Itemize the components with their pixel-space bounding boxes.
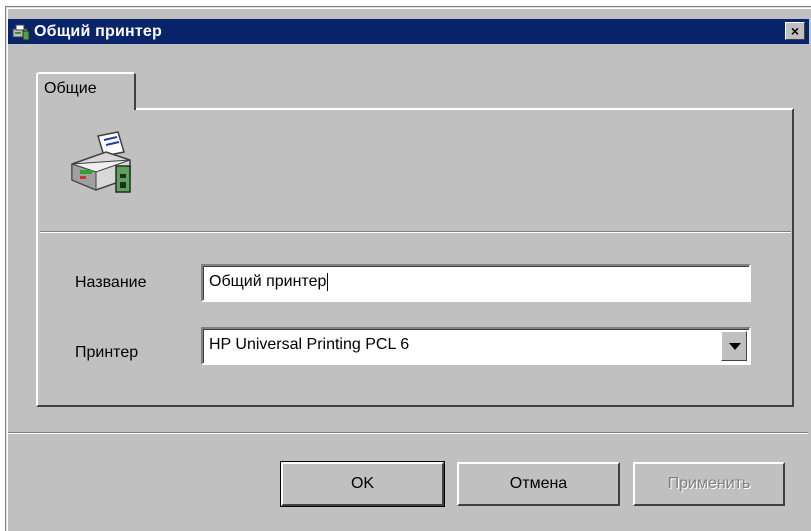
printer-select-value: HP Universal Printing PCL 6	[209, 336, 410, 353]
close-icon: ×	[790, 23, 800, 39]
cancel-button[interactable]: Отмена	[457, 462, 620, 506]
apply-button[interactable]: Применить	[633, 462, 785, 506]
text-caret	[327, 272, 329, 291]
name-input-value: Общий принтер	[209, 273, 327, 290]
printer-select[interactable]: HP Universal Printing PCL 6	[201, 327, 751, 365]
ok-button[interactable]: OK	[280, 461, 445, 507]
name-label: Название	[75, 274, 147, 291]
tab-general[interactable]: Общие	[36, 72, 136, 110]
title-bar[interactable]: Общий принтер ×	[8, 19, 809, 44]
tab-general-label: Общие	[44, 80, 97, 97]
printer-app-icon	[12, 24, 30, 40]
printer-label: Принтер	[75, 344, 139, 361]
name-input[interactable]: Общий принтер	[201, 264, 751, 302]
footer-separator	[8, 432, 808, 434]
window-title: Общий принтер	[34, 22, 162, 40]
close-button[interactable]: ×	[785, 22, 805, 40]
printer-icon	[71, 131, 131, 193]
panel-separator	[40, 231, 791, 233]
chevron-down-icon[interactable]	[721, 331, 747, 361]
